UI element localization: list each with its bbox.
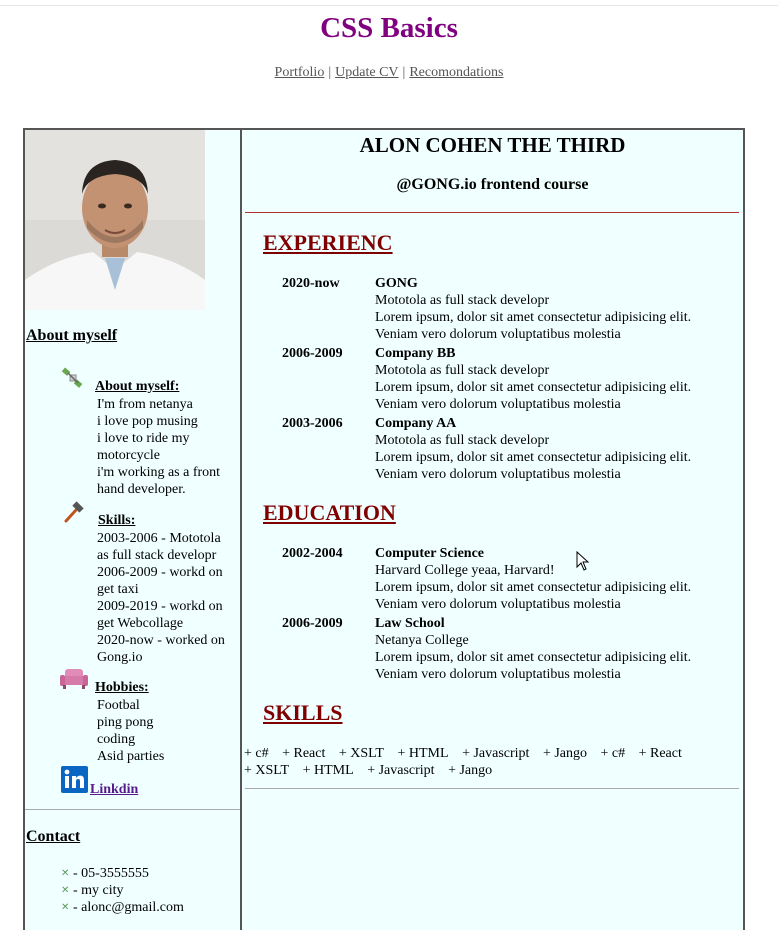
skill-item: + Jango bbox=[542, 746, 587, 761]
skill-item: + c# bbox=[244, 746, 269, 761]
bullet-icon: ✕ bbox=[61, 885, 70, 896]
entry-years: 2020-now bbox=[282, 276, 340, 291]
education-heading: EDUCATION bbox=[263, 500, 396, 525]
contact-item: ✕ - alonc@gmail.com bbox=[61, 899, 184, 916]
entry-company: Company BB bbox=[375, 346, 456, 361]
entry-years: 2003-2006 bbox=[282, 416, 343, 431]
nav-recommendations-link[interactable]: Recomondations bbox=[409, 65, 503, 80]
cv-frame: About myself About myself: I'm from neta… bbox=[23, 128, 745, 930]
entry-description: Lorem ipsum, dolor sit amet consectetur … bbox=[375, 450, 692, 482]
contact-city: - my city bbox=[73, 883, 124, 898]
entry-degree: Law School bbox=[375, 616, 445, 631]
entry-description: Lorem ipsum, dolor sit amet consectetur … bbox=[375, 380, 692, 412]
about-line: i love pop musing bbox=[97, 414, 198, 429]
sidebar-divider bbox=[25, 809, 240, 810]
skill-item: + XSLT bbox=[244, 763, 290, 778]
full-name: ALON COHEN THE THIRD bbox=[359, 133, 626, 157]
skills-label: Skills: bbox=[98, 513, 136, 528]
hobby-line: ping pong bbox=[97, 715, 154, 730]
contact-item: ✕ - 05-3555555 bbox=[61, 865, 184, 882]
hobbies-text: Footbal ping pong coding Asid parties bbox=[97, 697, 235, 765]
contact-list: ✕ - 05-3555555 ✕ - my city ✕ - alonc@gmail.… bbox=[61, 865, 184, 916]
skills-text: 2003-2006 - Mototola as full stack devel… bbox=[97, 530, 235, 666]
nav-portfolio-link[interactable]: Portfolio bbox=[275, 65, 325, 80]
main-content: ALON COHEN THE THIRD @GONG.io frontend c… bbox=[242, 130, 743, 930]
bullet-icon: ✕ bbox=[61, 902, 70, 913]
experience-heading: EXPERIENC bbox=[263, 230, 393, 255]
contact-item: ✕ - my city bbox=[61, 882, 184, 899]
linkedin-icon[interactable] bbox=[61, 766, 88, 798]
contact-phone: - 05-3555555 bbox=[73, 866, 149, 881]
top-nav: Portfolio | Update CV | Recomondations bbox=[0, 65, 778, 81]
skills-divider bbox=[245, 788, 739, 789]
skill-item: + XSLT bbox=[338, 746, 384, 761]
hobbies-label: Hobbies: bbox=[95, 680, 149, 695]
about-line: I'm from netanya bbox=[97, 397, 193, 412]
skill-item: + c# bbox=[600, 746, 626, 761]
contact-email: - alonc@gmail.com bbox=[73, 900, 184, 915]
entry-description: Lorem ipsum, dolor sit amet consectetur … bbox=[375, 580, 692, 612]
entry-years: 2002-2004 bbox=[282, 546, 343, 561]
entry-role: Mototola as full stack developr bbox=[375, 363, 550, 378]
skill-item: + Jango bbox=[448, 763, 493, 778]
profile-photo bbox=[25, 130, 205, 310]
skills-line: 2003-2006 - Mototola as full stack devel… bbox=[97, 531, 221, 563]
sofa-icon bbox=[60, 666, 88, 697]
linkedin-link[interactable]: Linkdin bbox=[90, 782, 138, 798]
hobby-line: Footbal bbox=[97, 698, 140, 713]
skill-item: + React bbox=[282, 746, 326, 761]
entry-years: 2006-2009 bbox=[282, 616, 343, 631]
page-title: CSS Basics bbox=[320, 12, 458, 44]
skill-item: + Javascript bbox=[367, 763, 435, 778]
nav-separator: | bbox=[328, 65, 332, 80]
entry-description: Lorem ipsum, dolor sit amet consectetur … bbox=[375, 650, 692, 682]
entry-role: Mototola as full stack developr bbox=[375, 293, 550, 308]
skills-list: + c# + React + XSLT + HTML + Javascript … bbox=[244, 745, 739, 779]
satellite-icon bbox=[61, 366, 85, 395]
skills-heading: SKILLS bbox=[263, 700, 343, 725]
skill-item: + HTML bbox=[397, 746, 449, 761]
linkedin-link-row[interactable]: Linkdin bbox=[61, 766, 138, 798]
hobby-line: Asid parties bbox=[97, 749, 165, 764]
about-line: i'm working as a front hand developer. bbox=[97, 465, 221, 497]
entry-years: 2006-2009 bbox=[282, 346, 343, 361]
skills-line: 2006-2009 - workd on get taxi bbox=[97, 565, 223, 597]
entry-description: Lorem ipsum, dolor sit amet consectetur … bbox=[375, 310, 692, 342]
skill-item: + HTML bbox=[302, 763, 354, 778]
sidebar: About myself About myself: I'm from neta… bbox=[25, 130, 242, 930]
entry-school: Netanya College bbox=[375, 633, 469, 648]
skills-line: 2020-now - worked on Gong.io bbox=[97, 633, 225, 665]
hobby-line: coding bbox=[97, 732, 136, 747]
contact-heading: Contact bbox=[26, 828, 81, 845]
nav-update-cv-link[interactable]: Update CV bbox=[335, 65, 398, 80]
entry-company: GONG bbox=[375, 276, 418, 291]
skill-item: + Javascript bbox=[462, 746, 530, 761]
skill-item: + React bbox=[638, 746, 682, 761]
top-divider bbox=[0, 5, 778, 6]
hammer-icon bbox=[61, 501, 85, 530]
nav-separator: | bbox=[402, 65, 406, 80]
mouse-cursor-icon bbox=[576, 550, 590, 576]
entry-role: Mototola as full stack developr bbox=[375, 433, 550, 448]
entry-company: Company AA bbox=[375, 416, 457, 431]
about-myself-heading: About myself bbox=[26, 327, 118, 344]
bullet-icon: ✕ bbox=[61, 868, 70, 879]
skills-line: 2009-2019 - workd on get Webcollage bbox=[97, 599, 223, 631]
about-label: About myself: bbox=[95, 379, 180, 394]
entry-degree: Computer Science bbox=[375, 546, 484, 561]
course-subtitle: @GONG.io frontend course bbox=[396, 176, 589, 193]
entry-school: Harvard College yeaa, Harvard! bbox=[375, 563, 555, 578]
header-divider bbox=[245, 212, 739, 213]
about-line: i love to ride my motorcycle bbox=[97, 431, 190, 463]
about-text: I'm from netanya i love pop musing i lov… bbox=[97, 396, 235, 498]
